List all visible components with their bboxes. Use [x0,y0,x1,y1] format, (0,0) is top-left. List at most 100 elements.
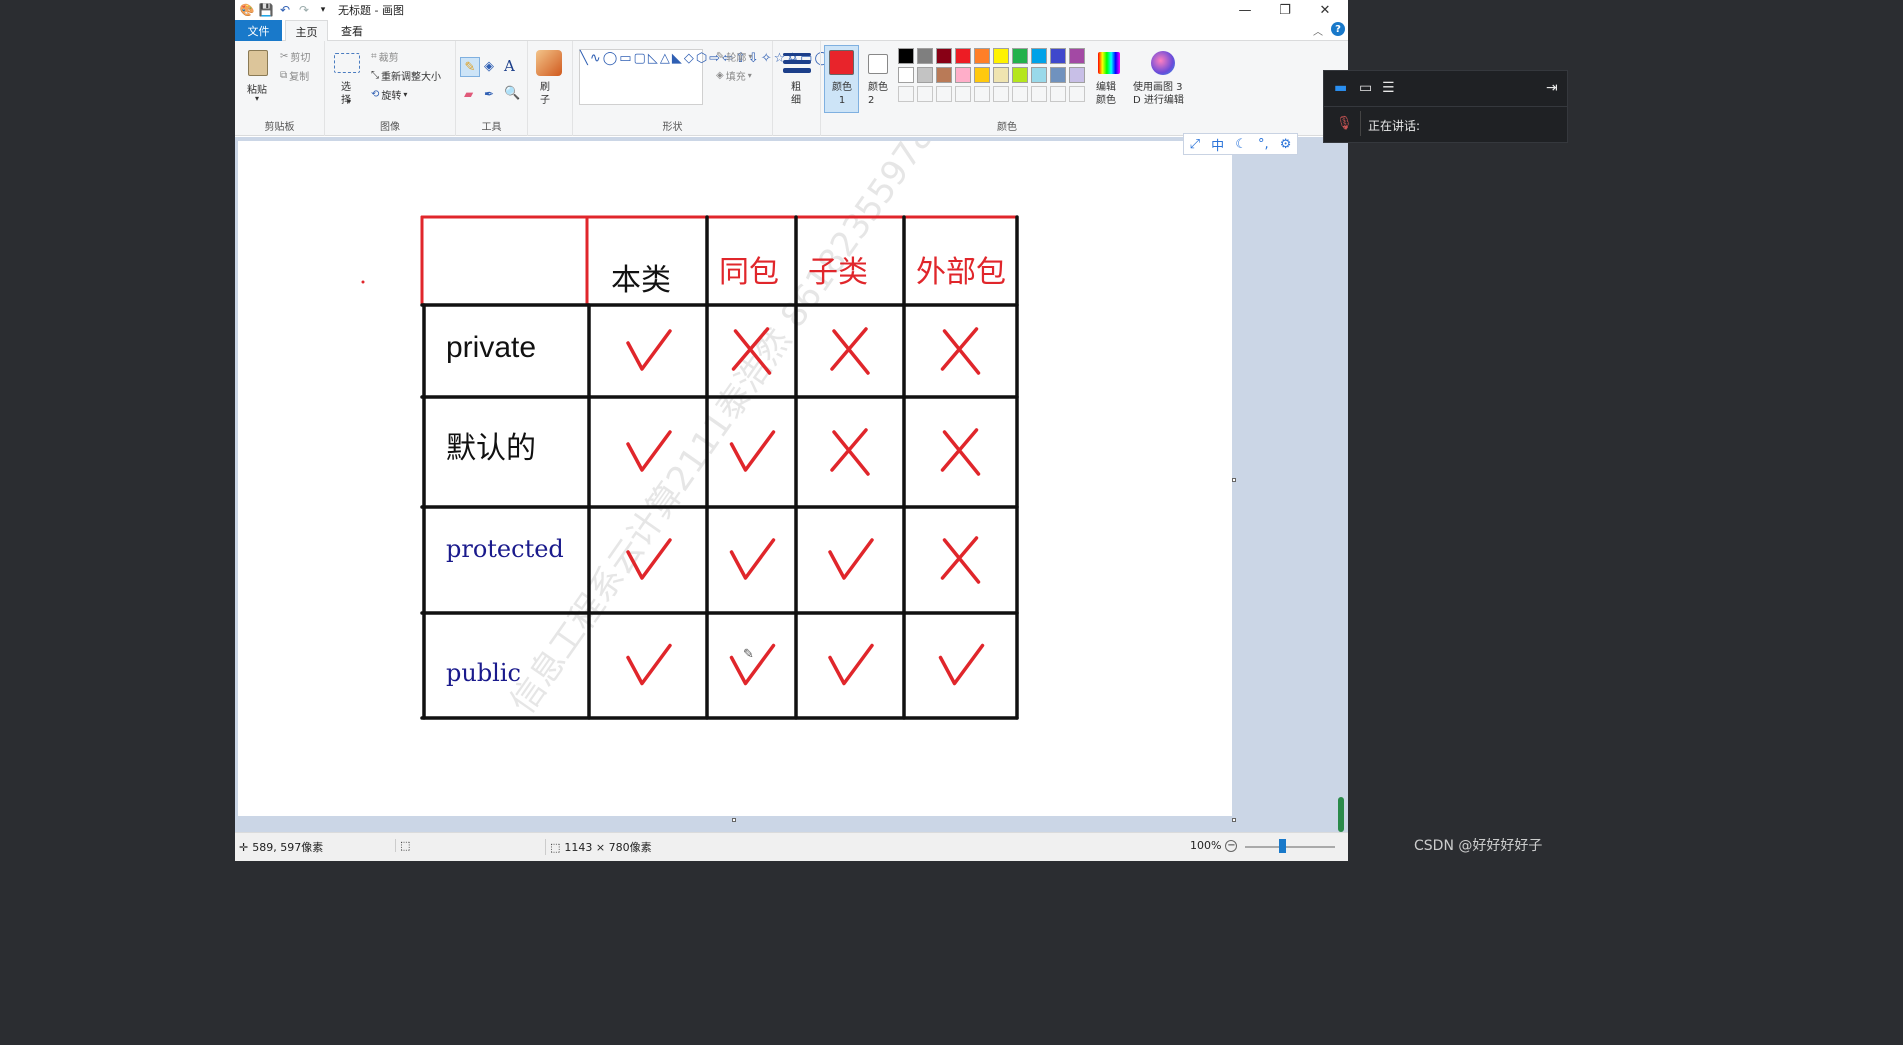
size-button[interactable]: 粗细 [791,81,803,107]
color2-label[interactable]: 颜色 2 [868,81,892,107]
magnifier-icon[interactable]: 🔍 [504,86,520,101]
redo-icon[interactable]: ↷ [297,3,311,17]
scissors-icon: ✂ [280,51,289,62]
save-icon[interactable]: 💾 [259,3,274,17]
palette-color[interactable] [974,48,990,64]
palette-custom-slot[interactable] [917,86,933,102]
palette-custom-slot[interactable] [974,86,990,102]
color1-label: 颜色 1 [832,82,852,106]
canvas-resize-handle-bottom[interactable] [732,818,736,822]
palette-color[interactable] [955,67,971,83]
eraser-icon[interactable]: ▰ [464,87,473,101]
canvas-resize-handle-right[interactable] [1232,478,1236,482]
rotate-label: 旋转 [381,91,402,102]
edit-colors-button[interactable]: 编辑颜色 [1096,81,1122,107]
paint3d-button[interactable]: 使用画图 3 D 进行编辑 [1133,81,1193,107]
help-icon[interactable]: ? [1331,22,1345,36]
check-mark [828,643,874,686]
palette-color[interactable] [917,48,933,64]
close-button[interactable]: ✕ [1305,0,1345,20]
ime-chinese-mode[interactable]: 中 [1211,135,1224,154]
ime-moon-icon[interactable]: ☾ [1235,137,1247,152]
palette-color[interactable] [1012,67,1028,83]
fill-bucket-icon[interactable]: ◈ [484,59,494,74]
palette-color[interactable] [974,67,990,83]
palette-color[interactable] [955,48,971,64]
select-dropdown-icon[interactable]: ▾ [347,97,351,106]
palette-color[interactable] [1050,48,1066,64]
undo-icon[interactable]: ↶ [278,3,292,17]
tab-file[interactable]: 文件 [235,20,282,41]
tab-view[interactable]: 查看 [332,20,372,41]
list-mode-icon[interactable]: ☰ [1382,80,1395,96]
outline-icon: ✎ [716,51,725,62]
palette-color[interactable] [898,48,914,64]
palette-custom-slot[interactable] [1031,86,1047,102]
palette-custom-slot[interactable] [993,86,1009,102]
speaking-label: 正在讲话: [1368,119,1421,133]
palette-color[interactable] [993,67,1009,83]
restore-button[interactable]: ❐ [1265,0,1305,20]
paste-dropdown-icon[interactable]: ▾ [255,94,259,103]
minimize-panel-icon[interactable]: ▬ [1334,80,1347,96]
palette-custom-slot[interactable] [1069,86,1085,102]
color-picker-icon[interactable]: ✒ [484,87,494,101]
palette-color[interactable] [917,67,933,83]
drawing-canvas[interactable]: 信息工程系云计算2111泰浩然 8618235597805 本类 同包 子类 外部包 … [238,141,1236,822]
copy-button[interactable]: ⧉ 复制 [280,68,309,83]
tab-home[interactable]: 主页 [285,20,328,42]
rotate-button[interactable]: ⟲ 旋转 ▾ [371,87,407,102]
canvas-resize-handle-corner[interactable] [1232,818,1236,822]
outline-button[interactable]: ✎ 轮廓 ▾ [716,49,752,64]
crop-button[interactable]: ⌗ 裁剪 [371,49,399,64]
palette-color[interactable] [1031,67,1047,83]
palette-color[interactable] [1031,48,1047,64]
mic-muted-icon[interactable]: 🎙 [1336,116,1353,131]
palette-custom-slot[interactable] [955,86,971,102]
palette-custom-slot[interactable] [1050,86,1066,102]
window-mode-icon[interactable]: ▭ [1359,80,1372,96]
zoom-slider-thumb[interactable] [1279,839,1286,853]
select-icon[interactable] [334,53,360,73]
palette-color[interactable] [898,67,914,83]
paint3d-icon[interactable] [1151,51,1175,75]
ime-settings-icon[interactable]: ⚙ [1280,137,1292,152]
palette-color[interactable] [1050,67,1066,83]
palette-color[interactable] [936,48,952,64]
collapse-ribbon-icon[interactable]: ︿ [1313,23,1323,38]
zoom-slider-track[interactable] [1245,846,1335,848]
ime-punctuation-icon[interactable]: °, [1258,137,1269,152]
palette-custom-slot[interactable] [898,86,914,102]
ribbon: 粘贴 ▾ ✂ 剪切 ⧉ 复制 剪贴板 选择 ▾ ⌗ 裁剪 ⤡ 重新调整大小 ⟲ 旋转 ▾ 图… [235,41,1348,136]
color2-swatch[interactable] [868,54,888,74]
customize-quick-access-icon[interactable]: ▾ [316,3,330,17]
brush-icon[interactable] [536,50,562,76]
palette-color[interactable] [1069,67,1085,83]
collapse-panel-icon[interactable]: ⇥ [1546,80,1558,96]
palette-color[interactable] [936,67,952,83]
brushes-button[interactable]: 刷子 [540,81,552,107]
palette-custom-slot[interactable] [1012,86,1028,102]
title-bar: 🎨 💾 ↶ ↷ ▾ 无标题 - 画图 — ❐ ✕ [235,0,1348,20]
resize-button[interactable]: ⤡ 重新调整大小 [371,68,441,83]
zoom-out-icon[interactable]: − [1225,839,1238,852]
edit-colors-icon[interactable] [1098,52,1120,74]
palette-custom-slot[interactable] [936,86,952,102]
fill-button[interactable]: ◈ 填充 ▾ [716,68,752,83]
clipboard-group-label: 剪贴板 [264,122,295,133]
text-tool-icon[interactable]: A [504,57,515,75]
palette-color[interactable] [993,48,1009,64]
zoom-level: 100% − [1190,839,1238,852]
drawing-layer: 信息工程系云计算2111泰浩然 8618235597805 [361,141,1019,721]
pencil-icon[interactable]: ✎ [460,57,480,77]
cut-button[interactable]: ✂ 剪切 [280,49,310,64]
minimize-button[interactable]: — [1225,0,1265,20]
csdn-watermark: CSDN @好好好好子 [1414,838,1543,854]
shapes-gallery[interactable]: ╲∿◯▭▢◺△◣◇⬡⇨⇦⇧⇩✧☆✡▭◯▢ [579,49,843,105]
scroll-indicator[interactable] [1338,797,1344,832]
palette-color[interactable] [1069,48,1085,64]
paste-icon[interactable] [248,50,268,76]
ime-expand-icon[interactable]: ⤢ [1190,137,1200,152]
palette-color[interactable] [1012,48,1028,64]
group-tools: ✎ ◈ A ▰ ✒ 🔍 工具 [456,41,528,136]
